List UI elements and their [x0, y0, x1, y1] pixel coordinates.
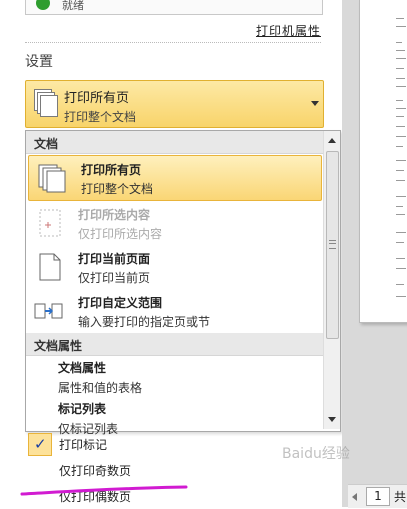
item-subtitle: 打印整个文档	[81, 182, 154, 196]
page-navigator: 1 共	[348, 484, 407, 508]
item-subtitle: 仅打印所选内容	[78, 227, 163, 241]
divider	[25, 42, 321, 43]
combo-title: 打印所有页	[64, 91, 130, 106]
print-range-combo[interactable]: 打印所有页 打印整个文档	[25, 80, 324, 128]
printer-status-box[interactable]: 就绪	[25, 0, 323, 15]
dropdown-scrollbar[interactable]	[323, 131, 340, 429]
menu-item-print-custom[interactable]: 打印自定义范围 输入要打印的指定页或节	[26, 289, 323, 333]
item-title: 打印所有页	[81, 163, 142, 177]
item-title: 打印自定义范围	[78, 296, 163, 310]
menu-item-print-current[interactable]: 打印当前页面 仅打印当前页	[26, 245, 323, 289]
ready-status-icon	[36, 0, 50, 10]
item-title: 文档属性	[58, 361, 107, 375]
print-markup-option[interactable]: ✓ 打印标记	[25, 431, 322, 457]
custom-range-icon	[34, 303, 63, 319]
option-label: 打印标记	[59, 438, 108, 452]
menu-item-print-selection[interactable]: 打印所选内容 仅打印所选内容	[26, 201, 323, 245]
checkmark-icon: ✓	[34, 435, 47, 453]
scroll-up-arrow-icon[interactable]	[327, 134, 337, 148]
single-page-icon	[39, 253, 61, 281]
menu-item-print-all[interactable]: 打印所有页 打印整个文档	[28, 155, 322, 201]
group-header-document: 文档	[26, 131, 323, 154]
grip-icon	[329, 240, 336, 249]
odd-pages-option[interactable]: 仅打印奇数页	[25, 457, 322, 483]
group-header-label: 文档	[34, 137, 59, 151]
watermark: Baidu经验	[282, 446, 350, 462]
scroll-down-arrow-icon[interactable]	[327, 412, 337, 426]
page-number-input[interactable]: 1	[366, 487, 390, 506]
selection-page-icon	[39, 209, 61, 237]
printer-status-text: 就绪	[62, 0, 84, 12]
print-range-dropdown: 文档 打印所有页 打印整个文档 打印所选内容 仅打印所选内容 打印当前页面 仅打…	[25, 130, 341, 436]
combo-subtitle: 打印整个文档	[64, 110, 137, 124]
page-total-label: 共	[394, 490, 407, 504]
item-title: 打印当前页面	[78, 252, 151, 266]
menu-item-document-properties[interactable]: 文档属性 属性和值的表格	[58, 359, 142, 396]
pages-stack-icon	[34, 89, 58, 117]
item-title: 打印所选内容	[78, 208, 151, 222]
preview-page	[359, 0, 407, 323]
chevron-down-icon	[311, 101, 319, 106]
annotation-underline	[20, 485, 188, 496]
previous-page-arrow-icon[interactable]	[352, 493, 357, 501]
option-label: 仅打印奇数页	[59, 464, 132, 478]
item-subtitle: 属性和值的表格	[58, 381, 143, 395]
group-header-label: 文档属性	[34, 339, 83, 353]
group-header-properties: 文档属性	[26, 333, 323, 356]
scroll-thumb[interactable]	[326, 151, 339, 339]
item-subtitle: 输入要打印的指定页或节	[78, 315, 211, 329]
printer-properties-link[interactable]: 打印机属性	[256, 22, 321, 39]
item-title: 标记列表	[58, 402, 107, 416]
checkbox-checked[interactable]: ✓	[28, 433, 52, 456]
pages-stack-icon	[38, 164, 66, 193]
settings-heading: 设置	[25, 54, 53, 70]
item-subtitle: 仅打印当前页	[78, 271, 151, 285]
